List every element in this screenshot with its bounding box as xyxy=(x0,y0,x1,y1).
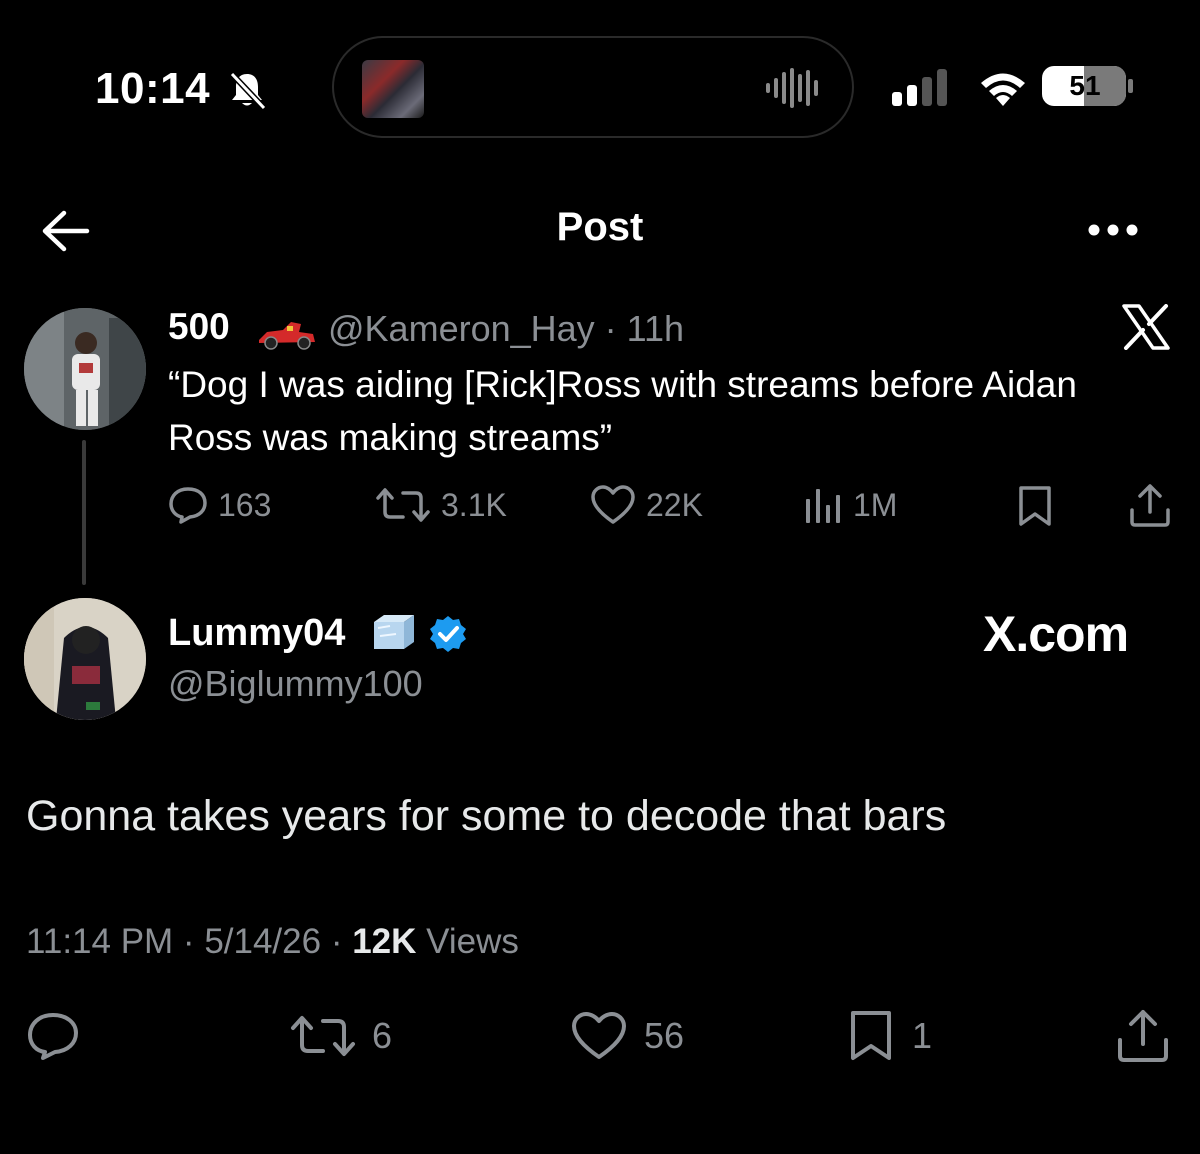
quoted-views-stat[interactable]: 1M xyxy=(803,480,897,530)
reply-icon xyxy=(28,1013,78,1060)
views-label: Views xyxy=(416,922,519,961)
reply-count: 163 xyxy=(218,486,272,523)
repost-count: 3.1K xyxy=(441,486,507,523)
share-icon[interactable] xyxy=(1128,482,1172,533)
share-button[interactable] xyxy=(1116,1008,1186,1064)
xcom-watermark: X.com xyxy=(983,606,1129,662)
race-car-icon xyxy=(257,316,317,355)
dynamic-island[interactable] xyxy=(332,36,854,138)
views-count: 1M xyxy=(853,486,898,523)
reply-button[interactable] xyxy=(26,1008,96,1064)
bookmark-count: 1 xyxy=(912,1015,933,1056)
handle[interactable]: @Biglummy100 xyxy=(168,663,423,705)
signal-icon xyxy=(890,68,954,113)
tweet-text: Gonna takes years for some to decode tha… xyxy=(26,792,947,840)
audio-waveform-icon xyxy=(764,68,822,113)
quoted-handle-time[interactable]: @Kameron_Hay · 11h xyxy=(328,308,684,350)
tweet-meta: 11:14 PM · 5/14/26 · 12K Views xyxy=(26,922,519,962)
quoted-like-stat[interactable]: 22K xyxy=(590,480,703,530)
avatar[interactable] xyxy=(24,598,146,720)
reply-icon xyxy=(169,487,207,524)
ice-cube-icon xyxy=(370,612,416,657)
display-name[interactable]: Lummy04 xyxy=(168,612,345,655)
x-logo-icon xyxy=(1122,304,1170,355)
page-title: Post xyxy=(556,205,644,249)
battery-level: 51 xyxy=(1069,70,1101,101)
now-playing-artwork xyxy=(362,60,424,118)
thread-line xyxy=(82,440,86,585)
bookmark-icon xyxy=(851,1011,891,1060)
quoted-display-name[interactable]: 500 xyxy=(168,306,230,348)
wifi-icon xyxy=(977,68,1029,113)
status-time: 10:14 xyxy=(95,64,211,113)
repost-count: 6 xyxy=(372,1015,393,1056)
like-icon xyxy=(572,1012,626,1059)
quoted-repost-stat[interactable]: 3.1K xyxy=(375,480,507,530)
more-icon[interactable] xyxy=(1087,222,1139,243)
bookmark-icon[interactable] xyxy=(1015,484,1055,533)
quoted-tweet-text: “Dog I was aiding [Rick]Ross with stream… xyxy=(168,364,1077,458)
verified-icon[interactable] xyxy=(428,614,468,659)
bookmark-button[interactable]: 1 xyxy=(846,1008,932,1064)
share-icon xyxy=(1118,1010,1168,1062)
views-icon xyxy=(806,489,840,523)
like-count: 56 xyxy=(644,1015,685,1056)
bell-muted-icon xyxy=(226,70,268,115)
like-count: 22K xyxy=(646,486,703,523)
repost-icon xyxy=(291,1016,355,1056)
like-icon xyxy=(591,485,635,524)
avatar[interactable] xyxy=(24,308,146,430)
repost-button[interactable]: 6 xyxy=(290,1008,392,1064)
like-button[interactable]: 56 xyxy=(570,1008,684,1064)
repost-icon xyxy=(376,488,430,522)
tweet-time-date[interactable]: 11:14 PM · 5/14/26 · xyxy=(26,922,352,961)
views-count[interactable]: 12K xyxy=(352,922,416,961)
quoted-reply-stat[interactable]: 163 xyxy=(168,480,271,530)
